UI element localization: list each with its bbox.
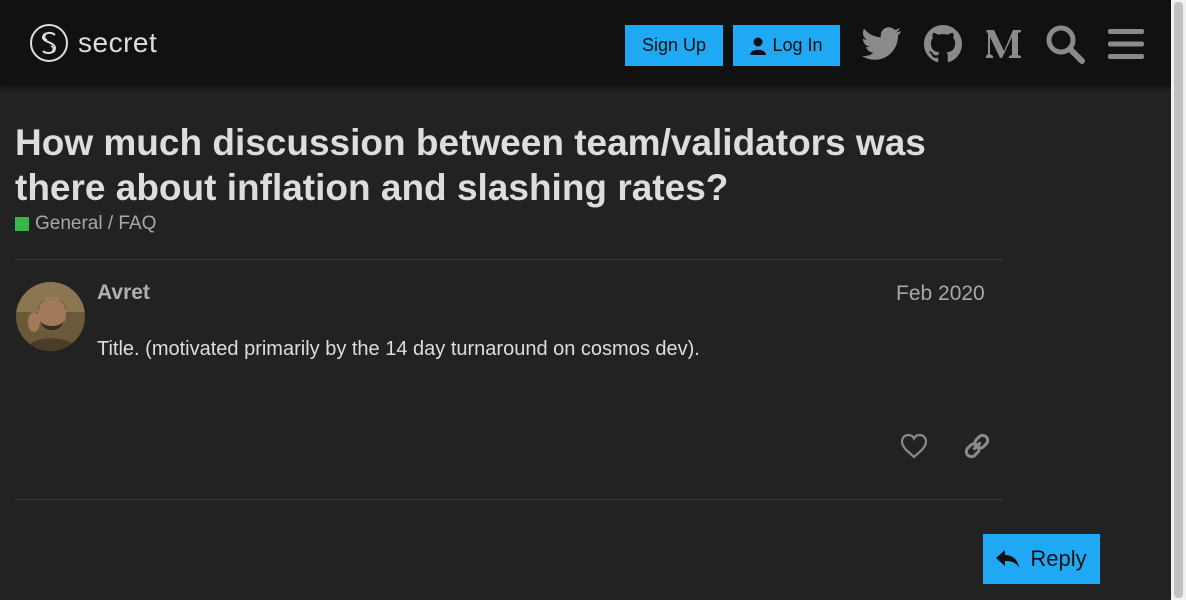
post-username[interactable]: Avret <box>97 281 150 305</box>
post-date[interactable]: Feb 2020 <box>896 282 985 306</box>
heart-icon[interactable] <box>894 428 934 464</box>
medium-icon[interactable] <box>982 22 1026 66</box>
logo-text: secret <box>78 27 158 58</box>
log-in-button[interactable]: Log In <box>733 25 840 66</box>
topic-divider <box>15 259 1003 260</box>
github-icon[interactable] <box>921 22 965 66</box>
twitter-icon[interactable] <box>860 22 904 66</box>
search-icon[interactable] <box>1043 22 1087 66</box>
log-in-label: Log In <box>772 35 823 55</box>
reply-arrow-icon <box>996 550 1020 568</box>
post-divider <box>15 499 1003 500</box>
topic-title[interactable]: How much discussion between team/validat… <box>15 120 1005 210</box>
reply-button[interactable]: Reply <box>983 534 1100 584</box>
category-label: General / FAQ <box>35 213 157 234</box>
reply-label: Reply <box>1030 546 1087 571</box>
site-header: secret Sign Up Log In <box>0 0 1171 86</box>
secret-logo-icon <box>30 24 68 62</box>
category-color-swatch <box>15 217 29 231</box>
link-icon[interactable] <box>957 428 997 464</box>
post-body: Title. (motivated primarily by the 14 da… <box>97 338 700 360</box>
sign-up-button[interactable]: Sign Up <box>625 25 723 66</box>
scrollbar-thumb[interactable] <box>1174 2 1183 598</box>
category-badge[interactable]: General / FAQ <box>15 213 156 235</box>
hamburger-menu-icon[interactable] <box>1104 22 1148 66</box>
site-logo[interactable]: secret <box>30 24 157 62</box>
user-icon <box>750 37 767 55</box>
avatar[interactable] <box>16 282 85 351</box>
scrollbar[interactable] <box>1171 0 1186 600</box>
